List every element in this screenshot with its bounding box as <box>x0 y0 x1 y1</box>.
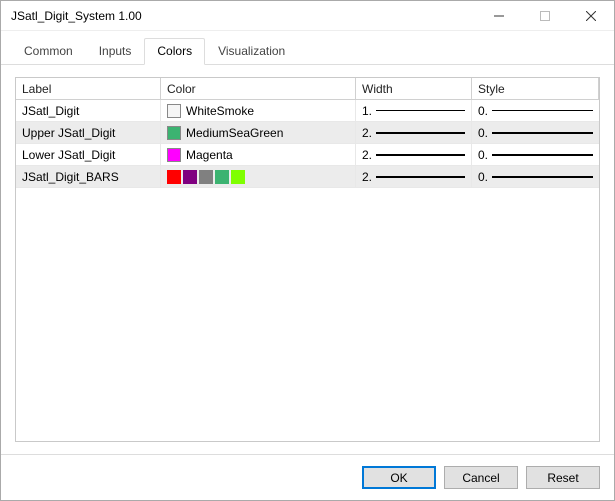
minimize-icon[interactable] <box>476 1 522 30</box>
tab-colors[interactable]: Colors <box>144 38 205 65</box>
cell-style[interactable]: 0. <box>472 100 599 121</box>
color-swatch <box>167 104 181 118</box>
style-line-sample <box>492 176 593 178</box>
cell-width[interactable]: 2. <box>356 122 472 143</box>
cell-style[interactable]: 0. <box>472 166 599 187</box>
close-icon[interactable] <box>568 1 614 30</box>
ok-button[interactable]: OK <box>362 466 436 489</box>
tab-strip: Common Inputs Colors Visualization <box>1 31 614 65</box>
table-row[interactable]: JSatl_Digit WhiteSmoke 1. 0. <box>16 100 599 122</box>
width-line-sample <box>376 110 465 111</box>
cell-label: JSatl_Digit <box>16 100 161 121</box>
tab-visualization[interactable]: Visualization <box>205 38 298 65</box>
cell-color[interactable] <box>161 166 356 187</box>
cell-color[interactable]: MediumSeaGreen <box>161 122 356 143</box>
col-header-color[interactable]: Color <box>161 78 356 99</box>
color-swatch <box>215 170 229 184</box>
cell-width[interactable]: 1. <box>356 100 472 121</box>
cell-style[interactable]: 0. <box>472 122 599 143</box>
dialog-window: JSatl_Digit_System 1.00 Common Inputs Co… <box>0 0 615 501</box>
col-header-style[interactable]: Style <box>472 78 599 99</box>
color-swatch <box>167 126 181 140</box>
cell-width[interactable]: 2. <box>356 144 472 165</box>
color-name: MediumSeaGreen <box>186 126 283 140</box>
table-row[interactable]: Upper JSatl_Digit MediumSeaGreen 2. 0. <box>16 122 599 144</box>
width-value: 1. <box>362 104 372 118</box>
color-swatch <box>167 170 181 184</box>
style-line-sample <box>492 110 593 111</box>
cell-label: Lower JSatl_Digit <box>16 144 161 165</box>
cancel-button[interactable]: Cancel <box>444 466 518 489</box>
table-row[interactable]: JSatl_Digit_BARS 2. 0. <box>16 166 599 188</box>
style-line-sample <box>492 154 593 156</box>
cell-label: Upper JSatl_Digit <box>16 122 161 143</box>
color-swatch <box>167 148 181 162</box>
width-line-sample <box>376 176 465 178</box>
reset-button[interactable]: Reset <box>526 466 600 489</box>
color-swatch <box>231 170 245 184</box>
dialog-footer: OK Cancel Reset <box>1 454 614 500</box>
tab-content: Label Color Width Style JSatl_Digit White… <box>1 65 614 454</box>
color-name: WhiteSmoke <box>186 104 254 118</box>
width-value: 2. <box>362 126 372 140</box>
style-value: 0. <box>478 170 488 184</box>
cell-width[interactable]: 2. <box>356 166 472 187</box>
tab-common[interactable]: Common <box>11 38 86 65</box>
tab-inputs[interactable]: Inputs <box>86 38 145 65</box>
titlebar: JSatl_Digit_System 1.00 <box>1 1 614 31</box>
style-value: 0. <box>478 104 488 118</box>
col-header-label[interactable]: Label <box>16 78 161 99</box>
width-value: 2. <box>362 170 372 184</box>
window-title: JSatl_Digit_System 1.00 <box>11 9 476 23</box>
width-line-sample <box>376 132 465 134</box>
style-value: 0. <box>478 148 488 162</box>
cell-color[interactable]: WhiteSmoke <box>161 100 356 121</box>
width-value: 2. <box>362 148 372 162</box>
table-header-row: Label Color Width Style <box>16 78 599 100</box>
colors-table: Label Color Width Style JSatl_Digit White… <box>15 77 600 442</box>
cell-style[interactable]: 0. <box>472 144 599 165</box>
style-line-sample <box>492 132 593 134</box>
window-controls <box>476 1 614 30</box>
width-line-sample <box>376 154 465 156</box>
color-swatch <box>183 170 197 184</box>
multi-swatch <box>167 170 245 184</box>
cell-label: JSatl_Digit_BARS <box>16 166 161 187</box>
color-swatch <box>199 170 213 184</box>
table-row[interactable]: Lower JSatl_Digit Magenta 2. 0. <box>16 144 599 166</box>
maximize-icon <box>522 1 568 30</box>
cell-color[interactable]: Magenta <box>161 144 356 165</box>
style-value: 0. <box>478 126 488 140</box>
color-name: Magenta <box>186 148 233 162</box>
col-header-width[interactable]: Width <box>356 78 472 99</box>
